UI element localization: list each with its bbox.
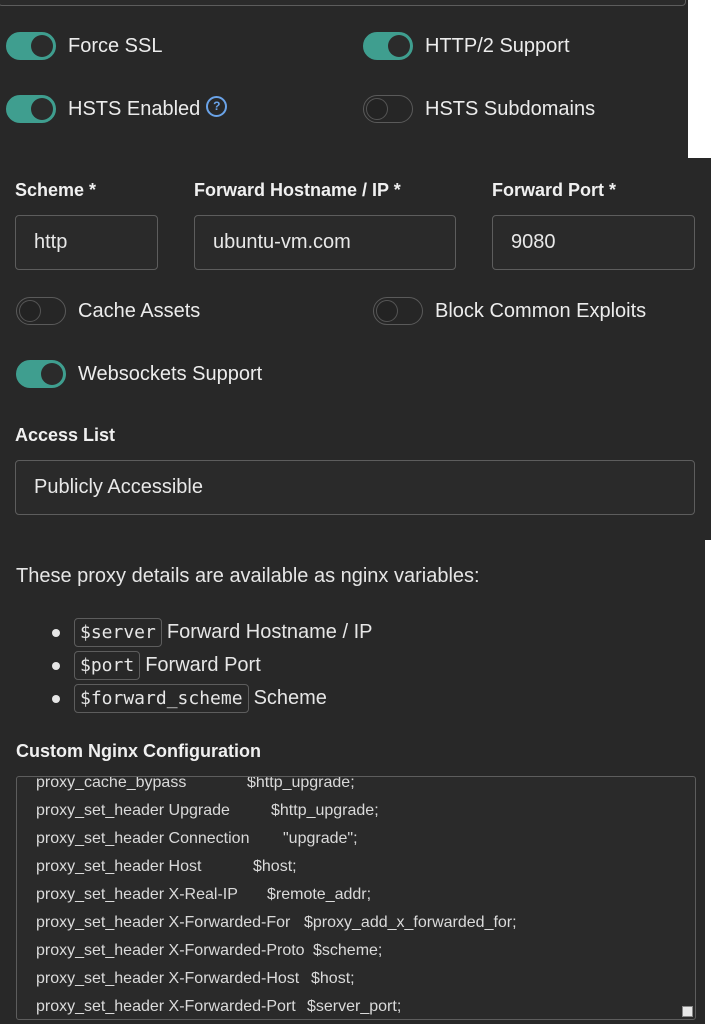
hsts-subdomains-label: HSTS Subdomains bbox=[425, 97, 596, 120]
variable-code: $port bbox=[74, 651, 141, 680]
forward-port-label: Forward Port * bbox=[492, 180, 617, 200]
custom-nginx-config-label: Custom Nginx Configuration bbox=[16, 741, 261, 761]
window-edge bbox=[705, 540, 711, 1024]
forward-hostname-label: Forward Hostname / IP * bbox=[194, 180, 401, 200]
config-key: proxy_set_header Host bbox=[36, 858, 202, 875]
block-exploits-toggle-row[interactable]: Block Common Exploits bbox=[373, 297, 646, 325]
force-ssl-switch[interactable] bbox=[6, 32, 56, 60]
switch-knob bbox=[41, 363, 63, 385]
hsts-enabled-toggle-row[interactable]: HSTS Enabled ? bbox=[6, 95, 228, 123]
force-ssl-label: Force SSL bbox=[68, 34, 163, 57]
list-item: $forward_scheme Scheme bbox=[52, 682, 372, 715]
config-key: proxy_set_header X-Forwarded-Port bbox=[36, 998, 296, 1015]
hsts-enabled-label: HSTS Enabled bbox=[68, 97, 201, 120]
config-key: proxy_set_header X-Forwarded-Proto bbox=[36, 942, 305, 959]
config-value: $http_upgrade; bbox=[247, 776, 355, 791]
websockets-switch[interactable] bbox=[16, 360, 66, 388]
nginx-variables-info: These proxy details are available as ngi… bbox=[16, 565, 480, 587]
nginx-variables-list: $server Forward Hostname / IP $port Forw… bbox=[52, 616, 372, 715]
bullet bbox=[52, 661, 60, 670]
cache-assets-label: Cache Assets bbox=[78, 299, 201, 322]
config-value: $proxy_add_x_forwarded_for; bbox=[304, 914, 517, 931]
config-value: $scheme; bbox=[313, 942, 383, 959]
force-ssl-toggle-row[interactable]: Force SSL bbox=[6, 32, 162, 60]
websockets-label: Websockets Support bbox=[78, 362, 263, 385]
cache-assets-toggle-row[interactable]: Cache Assets bbox=[16, 297, 200, 325]
variable-description: Forward Hostname / IP bbox=[166, 621, 373, 643]
switch-knob bbox=[388, 35, 410, 57]
block-exploits-switch[interactable] bbox=[373, 297, 423, 325]
switch-knob bbox=[366, 98, 388, 120]
switch-knob bbox=[31, 35, 53, 57]
access-list-label: Access List bbox=[15, 425, 116, 445]
hsts-subdomains-switch[interactable] bbox=[363, 95, 413, 123]
previous-input-field[interactable] bbox=[0, 0, 686, 6]
http2-switch[interactable] bbox=[363, 32, 413, 60]
forward-hostname-input[interactable]: ubuntu-vm.com bbox=[194, 215, 456, 270]
hsts-enabled-switch[interactable] bbox=[6, 95, 56, 123]
websockets-toggle-row[interactable]: Websockets Support bbox=[16, 360, 262, 388]
variable-code: $server bbox=[74, 618, 162, 647]
config-key: proxy_set_header Connection bbox=[36, 830, 250, 847]
cache-assets-switch[interactable] bbox=[16, 297, 66, 325]
switch-knob bbox=[19, 300, 41, 322]
hsts-subdomains-toggle-row[interactable]: HSTS Subdomains bbox=[363, 95, 595, 123]
list-item: $port Forward Port bbox=[52, 649, 372, 682]
switch-knob bbox=[31, 98, 53, 120]
bullet bbox=[52, 694, 60, 703]
config-value: $host; bbox=[253, 858, 297, 875]
variable-description: Scheme bbox=[253, 687, 327, 709]
bullet bbox=[52, 628, 60, 637]
resize-handle-icon[interactable] bbox=[682, 1006, 693, 1017]
help-icon[interactable]: ? bbox=[206, 95, 228, 117]
config-key: proxy_set_header Upgrade bbox=[36, 802, 230, 819]
config-key: proxy_set_header X-Forwarded-Host bbox=[36, 970, 300, 987]
switch-knob bbox=[376, 300, 398, 322]
config-value: "upgrade"; bbox=[283, 830, 358, 847]
config-value: $server_port; bbox=[307, 998, 402, 1015]
window-edge bbox=[688, 0, 711, 158]
block-exploits-label: Block Common Exploits bbox=[435, 299, 647, 322]
config-value: $remote_addr; bbox=[267, 886, 372, 903]
forward-port-input[interactable]: 9080 bbox=[492, 215, 695, 270]
config-value: $http_upgrade; bbox=[271, 802, 379, 819]
config-key: proxy_cache_bypass bbox=[36, 776, 187, 791]
variable-description: Forward Port bbox=[145, 654, 261, 676]
config-value: $host; bbox=[311, 970, 355, 987]
access-list-select[interactable]: Publicly Accessible bbox=[15, 460, 695, 515]
list-item: $server Forward Hostname / IP bbox=[52, 616, 372, 649]
scheme-label: Scheme * bbox=[15, 180, 97, 200]
custom-nginx-config-textarea[interactable]: proxy_cache_bypass $http_upgrade; proxy_s… bbox=[16, 776, 696, 1020]
variable-code: $forward_scheme bbox=[74, 684, 249, 713]
config-key: proxy_set_header X-Forwarded-For bbox=[36, 914, 291, 931]
http2-label: HTTP/2 Support bbox=[425, 34, 570, 57]
scheme-input[interactable]: http bbox=[15, 215, 158, 270]
http2-toggle-row[interactable]: HTTP/2 Support bbox=[363, 32, 570, 60]
config-key: proxy_set_header X-Real-IP bbox=[36, 886, 238, 903]
